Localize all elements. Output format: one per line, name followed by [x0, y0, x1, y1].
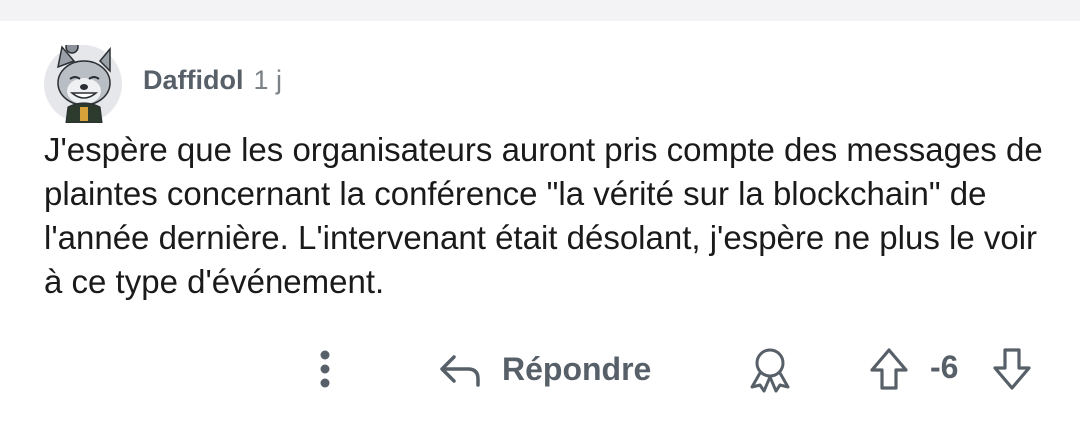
top-separator: [0, 0, 1080, 21]
reply-label: Répondre: [502, 350, 652, 387]
comment-meta: Daffidol 1 j: [143, 65, 282, 96]
author-name[interactable]: Daffidol: [143, 65, 244, 96]
comment-actions: Répondre -6: [0, 339, 1080, 399]
vote-score: -6: [930, 349, 959, 385]
more-vertical-icon: [320, 350, 330, 388]
comment-age: 1 j: [253, 65, 283, 95]
downvote-button[interactable]: [987, 343, 1037, 395]
upvote-button[interactable]: [864, 343, 914, 395]
upvote-arrow-icon: [870, 348, 908, 390]
award-icon: [750, 348, 790, 393]
more-options-button[interactable]: [310, 345, 340, 393]
wolf-avatar-icon: [56, 45, 111, 123]
comment-body: J'espère que les organisateurs auront pr…: [44, 131, 1043, 300]
award-button[interactable]: [744, 343, 796, 395]
reply-button[interactable]: Répondre: [438, 345, 651, 393]
comment-card: Daffidol 1 j J'espère que les organisate…: [0, 21, 1080, 436]
reply-arrow-icon: [440, 355, 480, 387]
downvote-arrow-icon: [993, 348, 1031, 390]
avatar[interactable]: [44, 45, 122, 123]
